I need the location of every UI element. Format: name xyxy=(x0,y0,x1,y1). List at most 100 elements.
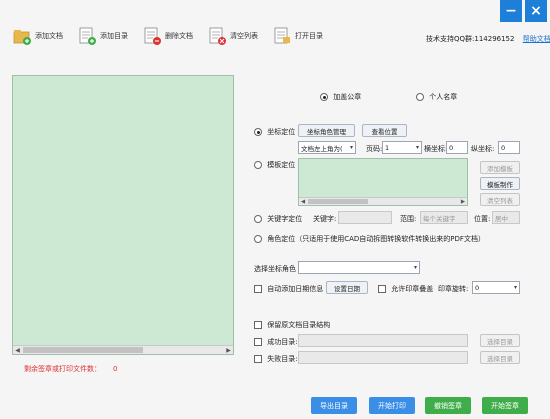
remaining-value: 0 xyxy=(113,365,118,373)
add-document-button[interactable]: 添加文档 xyxy=(8,24,67,48)
export-directory-button[interactable]: 导出目录 xyxy=(311,397,357,414)
mode-personal-name[interactable]: 个人名章 xyxy=(416,92,457,102)
position-label: 位置: xyxy=(474,215,491,223)
clear-list-button[interactable]: 清空列表 xyxy=(203,24,262,48)
success-dir-option[interactable]: 成功目录: xyxy=(254,337,298,347)
add-document-icon xyxy=(12,26,32,46)
scroll-left-icon[interactable]: ◀ xyxy=(299,198,307,206)
personal-name-label: 个人名章 xyxy=(429,93,458,101)
page-select[interactable]: 1 ▾ xyxy=(382,141,422,154)
success-dir-checkbox[interactable] xyxy=(254,338,262,346)
auto-date-checkbox[interactable] xyxy=(254,285,262,293)
document-preview: ◀ ▶ xyxy=(12,75,234,355)
keyword-position-option[interactable]: 关键字定位 xyxy=(254,214,302,224)
fail-dir-choose-button[interactable]: 选择目录 xyxy=(480,351,520,364)
view-position-button[interactable]: 查看位置 xyxy=(362,124,407,137)
scroll-thumb[interactable] xyxy=(308,199,368,204)
fail-dir-option[interactable]: 失败目录: xyxy=(254,354,298,364)
role-position-label: 角色定位（只适用于使用CAD自动拆图转换软件转换出来的PDF文档） xyxy=(267,235,485,243)
allow-overlap-checkbox[interactable] xyxy=(378,285,386,293)
y-coord-input[interactable]: 0 xyxy=(498,141,520,154)
coord-role-select[interactable]: ▾ xyxy=(298,261,420,274)
add-directory-label: 添加目录 xyxy=(100,32,128,40)
set-date-button[interactable]: 设置日期 xyxy=(326,281,368,294)
seal-rotate-label: 印章旋转: xyxy=(438,285,469,293)
remaining-label: 剩余签章或打印文件数： xyxy=(24,365,101,373)
coord-role-manage-button[interactable]: 坐标角色管理 xyxy=(298,124,355,137)
add-directory-icon xyxy=(77,26,97,46)
anchor-select[interactable]: 文档左上角为( ▾ xyxy=(298,141,356,154)
add-template-button[interactable]: 添加模板 xyxy=(480,161,520,174)
support-qq-text: 技术支持QQ群:114296152 xyxy=(426,35,515,43)
fail-dir-label: 失败目录: xyxy=(267,355,298,363)
add-directory-button[interactable]: 添加目录 xyxy=(73,24,132,48)
keyword-position-label: 关键字定位 xyxy=(267,215,303,223)
coord-position-label: 坐标定位 xyxy=(267,128,296,136)
start-print-button[interactable]: 开始打印 xyxy=(369,397,415,414)
select-coord-role-label: 选择坐标角色 xyxy=(254,265,296,273)
keyword-position-radio[interactable] xyxy=(254,215,262,223)
chevron-down-icon: ▾ xyxy=(415,144,419,151)
start-seal-button[interactable]: 开始签章 xyxy=(482,397,528,414)
seal-rotate-select[interactable]: 0 ▾ xyxy=(472,281,520,294)
minimize-button[interactable]: − xyxy=(500,0,522,22)
open-directory-button[interactable]: 打开目录 xyxy=(268,24,327,48)
template-list[interactable]: ◀ ▶ xyxy=(298,158,468,206)
keyword-input[interactable] xyxy=(338,211,392,224)
template-list-scrollbar[interactable]: ◀ ▶ xyxy=(299,197,467,205)
keep-dir-structure-checkbox[interactable] xyxy=(254,321,262,329)
success-dir-label: 成功目录: xyxy=(267,338,298,346)
scroll-left-icon[interactable]: ◀ xyxy=(13,346,22,355)
success-dir-choose-button[interactable]: 选择目录 xyxy=(480,334,520,347)
coord-position-option[interactable]: 坐标定位 xyxy=(254,127,295,137)
scroll-thumb[interactable] xyxy=(23,347,143,353)
add-document-label: 添加文档 xyxy=(35,32,63,40)
template-position-radio[interactable] xyxy=(254,161,262,169)
x-coord-label: 横坐标: xyxy=(424,145,448,153)
scroll-right-icon[interactable]: ▶ xyxy=(224,346,233,355)
remaining-count: 剩余签章或打印文件数： 0 xyxy=(24,364,117,374)
allow-overlap-label: 允许印章叠盖 xyxy=(391,285,434,293)
keep-dir-structure-option[interactable]: 保留原文档目录结构 xyxy=(254,320,330,330)
open-directory-icon xyxy=(272,26,292,46)
make-template-button[interactable]: 模板制作 xyxy=(480,177,520,190)
x-coord-input[interactable]: 0 xyxy=(446,141,468,154)
chevron-down-icon: ▾ xyxy=(413,264,417,271)
help-doc-link[interactable]: 帮助文档 xyxy=(523,35,550,43)
public-seal-radio[interactable] xyxy=(320,93,328,101)
range-select[interactable]: 每个关键字 xyxy=(420,211,468,224)
toolbar: 添加文档 添加目录 删除文档 清空列表 打开目录 xyxy=(8,24,333,48)
support-info: 技术支持QQ群:114296152 帮助文档 xyxy=(426,34,550,44)
mode-public-seal[interactable]: 加盖公章 xyxy=(320,92,361,102)
public-seal-label: 加盖公章 xyxy=(333,93,362,101)
fail-dir-checkbox[interactable] xyxy=(254,355,262,363)
page-value: 1 xyxy=(385,143,390,152)
keyword-label: 关键字: xyxy=(313,215,337,223)
clear-list-icon xyxy=(207,26,227,46)
open-directory-label: 打开目录 xyxy=(295,32,323,40)
close-button[interactable]: × xyxy=(525,0,547,22)
role-position-option[interactable]: 角色定位（只适用于使用CAD自动拆图转换软件转换出来的PDF文档） xyxy=(254,234,485,244)
delete-document-icon xyxy=(142,26,162,46)
seal-rotate-value: 0 xyxy=(475,283,480,292)
allow-overlap-option[interactable]: 允许印章叠盖 xyxy=(378,284,433,294)
template-position-option[interactable]: 模板定位 xyxy=(254,160,295,170)
template-position-label: 模板定位 xyxy=(267,161,296,169)
keep-dir-structure-label: 保留原文档目录结构 xyxy=(267,321,331,329)
page-label: 页码: xyxy=(366,145,383,153)
clear-template-list-button[interactable]: 清空列表 xyxy=(480,193,520,206)
chevron-down-icon: ▾ xyxy=(349,144,353,151)
fail-dir-input[interactable] xyxy=(298,351,468,364)
undo-seal-button[interactable]: 撤销签章 xyxy=(425,397,471,414)
scroll-right-icon[interactable]: ▶ xyxy=(459,198,467,206)
success-dir-input[interactable] xyxy=(298,334,468,347)
auto-date-option[interactable]: 自动添加日期信息 xyxy=(254,284,323,294)
anchor-value: 文档左上角为( xyxy=(301,144,343,153)
y-coord-label: 纵坐标: xyxy=(471,145,495,153)
coord-position-radio[interactable] xyxy=(254,128,262,136)
preview-scrollbar[interactable]: ◀ ▶ xyxy=(13,345,233,354)
delete-document-button[interactable]: 删除文档 xyxy=(138,24,197,48)
position-select[interactable]: 居中 xyxy=(492,211,520,224)
personal-name-radio[interactable] xyxy=(416,93,424,101)
role-position-radio[interactable] xyxy=(254,235,262,243)
